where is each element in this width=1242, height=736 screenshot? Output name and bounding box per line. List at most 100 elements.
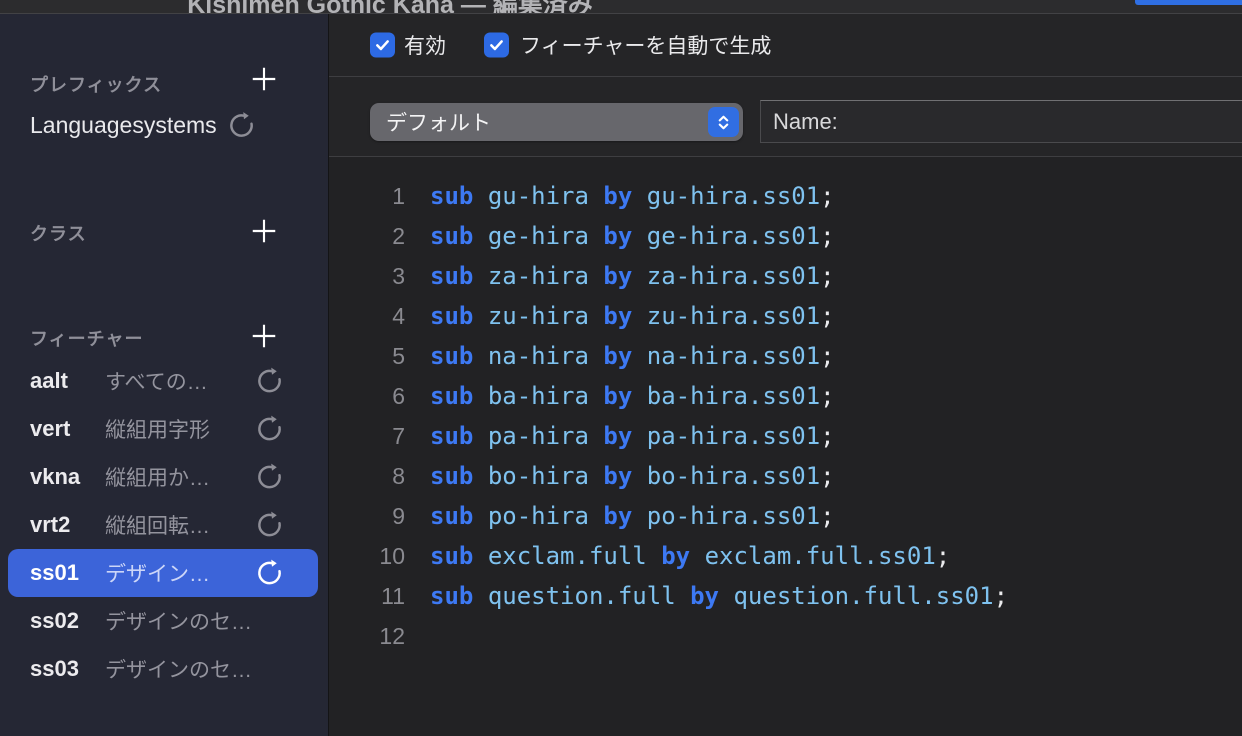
keyword-by: by <box>690 582 719 610</box>
code-line: 3 sub za-hira by za-hira.ss01; <box>329 256 1242 296</box>
code-terminator: ; <box>936 542 950 570</box>
window-titlebar: Kishimen Gothic Kana — 編集済み <box>0 0 1242 14</box>
code-line: 7 sub pa-hira by pa-hira.ss01; <box>329 416 1242 456</box>
feature-name-input[interactable]: Name: <box>760 100 1242 143</box>
feature-tag: ss01 <box>30 560 79 586</box>
refresh-icon[interactable] <box>255 367 284 396</box>
line-number: 1 <box>329 183 405 210</box>
code-line: 8 sub bo-hira by bo-hira.ss01; <box>329 456 1242 496</box>
code-terminator: ; <box>820 502 834 530</box>
feature-row[interactable]: ss01 デザイン… <box>8 549 318 597</box>
refresh-icon[interactable] <box>255 559 284 588</box>
titlebar-accent-button[interactable] <box>1135 0 1242 5</box>
keyword-by: by <box>603 462 632 490</box>
code-source-glyph: za-hira <box>488 262 589 290</box>
code-statement: sub exclam.full by exclam.full.ss01; <box>430 542 950 570</box>
keyword-by: by <box>603 502 632 530</box>
plus-icon <box>249 321 279 356</box>
enabled-checkbox[interactable] <box>370 33 395 58</box>
prefix-item-languagesystems[interactable]: Languagesystems <box>30 108 256 142</box>
line-number: 4 <box>329 303 405 330</box>
keyword-sub: sub <box>430 262 473 290</box>
line-number: 10 <box>329 543 405 570</box>
line-number: 2 <box>329 223 405 250</box>
keyword-by: by <box>603 262 632 290</box>
code-terminator: ; <box>820 462 834 490</box>
feature-row[interactable]: ss03 デザインのセ… <box>8 645 318 693</box>
keyword-by: by <box>603 222 632 250</box>
code-terminator: ; <box>820 222 834 250</box>
plus-icon <box>249 64 279 99</box>
code-line: 2 sub ge-hira by ge-hira.ss01; <box>329 216 1242 256</box>
code-line: 10 sub exclam.full by exclam.full.ss01; <box>329 536 1242 576</box>
code-statement: sub ge-hira by ge-hira.ss01; <box>430 222 835 250</box>
editor-controls-row: デフォルト Name: <box>329 77 1242 157</box>
feature-row[interactable]: ss02 デザインのセ… <box>8 597 318 645</box>
line-number: 5 <box>329 343 405 370</box>
keyword-sub: sub <box>430 582 473 610</box>
code-target-glyph: gu-hira.ss01 <box>647 182 820 210</box>
code-line: 11 sub question.full by question.full.ss… <box>329 576 1242 616</box>
line-number: 7 <box>329 423 405 450</box>
feature-tag: vert <box>30 416 70 442</box>
code-line: 5 sub na-hira by na-hira.ss01; <box>329 336 1242 376</box>
code-statement: sub za-hira by za-hira.ss01; <box>430 262 835 290</box>
refresh-icon[interactable] <box>255 463 284 492</box>
feature-scope-dropdown[interactable]: デフォルト <box>370 103 743 141</box>
keyword-sub: sub <box>430 222 473 250</box>
refresh-icon[interactable] <box>227 111 256 140</box>
code-source-glyph: po-hira <box>488 502 589 530</box>
refresh-icon[interactable] <box>255 511 284 540</box>
feature-row[interactable]: vert 縦組用字形 <box>8 405 318 453</box>
feature-tag: vrt2 <box>30 512 70 538</box>
code-statement: sub ba-hira by ba-hira.ss01; <box>430 382 835 410</box>
checkmark-icon <box>373 36 392 55</box>
feature-row[interactable]: aalt すべての… <box>8 357 318 405</box>
add-class-button[interactable] <box>244 213 284 253</box>
feature-description: 縦組用か… <box>105 462 210 492</box>
feature-list: aalt すべての… vert 縦組用字形 vkna 縦組用か… vrt2 縦組… <box>0 357 328 693</box>
code-target-glyph: exclam.full.ss01 <box>705 542 936 570</box>
autogenerate-checkbox[interactable] <box>484 33 509 58</box>
code-terminator: ; <box>820 422 834 450</box>
line-number: 3 <box>329 263 405 290</box>
keyword-sub: sub <box>430 422 473 450</box>
feature-name-input-label: Name: <box>761 109 838 135</box>
keyword-sub: sub <box>430 502 473 530</box>
code-target-glyph: question.full.ss01 <box>733 582 993 610</box>
keyword-by: by <box>603 422 632 450</box>
add-feature-button[interactable] <box>244 318 284 358</box>
code-source-glyph: exclam.full <box>488 542 647 570</box>
checkmark-icon <box>487 36 506 55</box>
sidebar: プレフィックス Languagesystems クラス フィーチャー aalt <box>0 14 329 736</box>
code-target-glyph: ba-hira.ss01 <box>647 382 820 410</box>
autogenerate-checkbox-label: フィーチャーを自動で生成 <box>520 30 771 60</box>
code-line: 4 sub zu-hira by zu-hira.ss01; <box>329 296 1242 336</box>
code-source-glyph: zu-hira <box>488 302 589 330</box>
code-statement: sub na-hira by na-hira.ss01; <box>430 342 835 370</box>
add-prefix-button[interactable] <box>244 61 284 101</box>
feature-tag: aalt <box>30 368 68 394</box>
feature-editor-panel: 有効 フィーチャーを自動で生成 デフォルト Name: 1 sub gu-hir… <box>329 14 1242 736</box>
feature-tag: ss03 <box>30 656 79 682</box>
feature-row[interactable]: vkna 縦組用か… <box>8 453 318 501</box>
refresh-icon[interactable] <box>255 415 284 444</box>
line-number: 12 <box>329 623 405 650</box>
code-target-glyph: na-hira.ss01 <box>647 342 820 370</box>
code-statement: sub gu-hira by gu-hira.ss01; <box>430 182 835 210</box>
editor-options-row: 有効 フィーチャーを自動で生成 <box>329 14 1242 77</box>
code-line: 1 sub gu-hira by gu-hira.ss01; <box>329 176 1242 216</box>
keyword-by: by <box>603 182 632 210</box>
chevron-up-down-icon <box>708 107 739 137</box>
classes-section-header: クラス <box>30 220 87 246</box>
prefix-section-header: プレフィックス <box>30 71 162 97</box>
code-terminator: ; <box>820 382 834 410</box>
code-statement: sub po-hira by po-hira.ss01; <box>430 502 835 530</box>
feature-code-editor[interactable]: 1 sub gu-hira by gu-hira.ss01; 2 sub ge-… <box>329 157 1242 656</box>
keyword-sub: sub <box>430 302 473 330</box>
code-statement: sub pa-hira by pa-hira.ss01; <box>430 422 835 450</box>
code-statement: sub zu-hira by zu-hira.ss01; <box>430 302 835 330</box>
feature-row[interactable]: vrt2 縦組回転… <box>8 501 318 549</box>
code-source-glyph: bo-hira <box>488 462 589 490</box>
keyword-sub: sub <box>430 462 473 490</box>
